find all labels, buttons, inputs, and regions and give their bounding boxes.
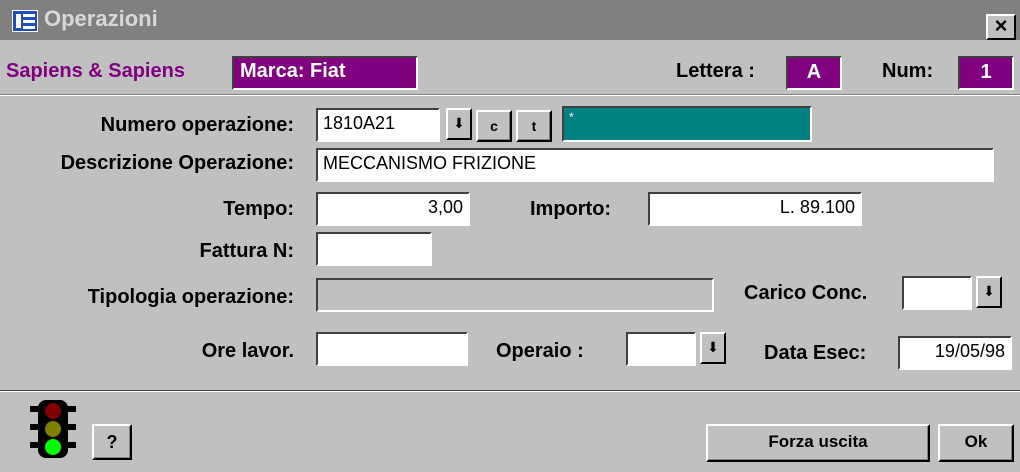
fattura-field[interactable] (316, 232, 432, 266)
num-label: Num: (882, 60, 934, 82)
operaio-field[interactable] (626, 332, 696, 366)
lettera-badge: A (786, 56, 842, 90)
c-button[interactable]: c (476, 110, 512, 142)
tempo-label: Tempo: (223, 198, 294, 220)
close-button[interactable]: × (986, 14, 1016, 40)
num-badge: 1 (958, 56, 1014, 90)
importo-label: Importo: (530, 198, 612, 220)
ore-lavor-field[interactable] (316, 332, 468, 366)
footer-divider (0, 390, 1020, 392)
ore-lavor-label: Ore lavor. (201, 340, 294, 362)
t-button[interactable]: t (516, 110, 552, 142)
importo-field[interactable]: L. 89.100 (648, 192, 862, 226)
carico-conc-field[interactable] (902, 276, 972, 310)
company-name: Sapiens & Sapiens (6, 60, 185, 82)
traffic-light-icon (30, 400, 76, 458)
fattura-label: Fattura N: (199, 240, 294, 262)
marca-badge: Marca: Fiat (232, 56, 418, 90)
descrizione-field[interactable]: MECCANISMO FRIZIONE (316, 148, 994, 182)
lettera-label: Lettera : (676, 60, 755, 82)
operaio-label: Operaio : (496, 340, 584, 362)
tipologia-label: Tipologia operazione: (87, 286, 294, 308)
header-divider (0, 94, 1020, 96)
tempo-field[interactable]: 3,00 (316, 192, 470, 226)
tipologia-field (316, 278, 714, 312)
numero-operazione-field[interactable]: 1810A21 (316, 108, 440, 142)
carico-conc-dropdown-icon[interactable]: ⬇ (976, 276, 1002, 308)
data-esec-label: Data Esec: (764, 342, 867, 364)
window-title: Operazioni (44, 6, 158, 31)
numero-operazione-label: Numero operazione: (100, 114, 294, 136)
ok-button[interactable]: Ok (938, 424, 1014, 462)
operaio-dropdown-icon[interactable]: ⬇ (700, 332, 726, 364)
help-button[interactable]: ? (92, 424, 132, 460)
carico-conc-label: Carico Conc. (744, 282, 868, 304)
descrizione-label: Descrizione Operazione: (60, 152, 294, 174)
forza-uscita-button[interactable]: Forza uscita (706, 424, 930, 462)
numero-operazione-dropdown-icon[interactable]: ⬇ (446, 108, 472, 140)
form-icon (12, 10, 38, 32)
operazione-code-field[interactable]: * (562, 106, 812, 142)
data-esec-field[interactable]: 19/05/98 (898, 336, 1012, 370)
